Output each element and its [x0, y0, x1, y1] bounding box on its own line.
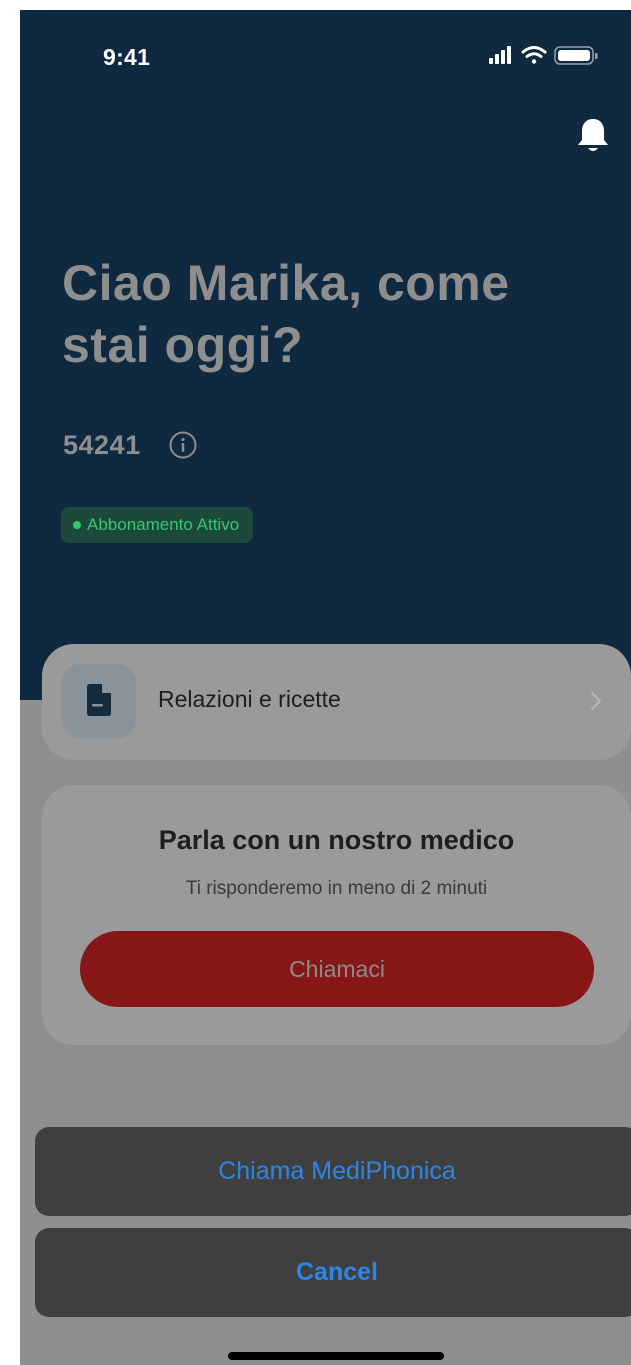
chevron-right-icon: [589, 690, 603, 712]
document-icon: [62, 664, 136, 738]
status-icons: [489, 44, 609, 68]
home-indicator: [228, 1352, 444, 1360]
signal-icon: [489, 46, 511, 64]
reports-label: Relazioni e ricette: [158, 686, 341, 712]
status-time: 9:41: [103, 44, 151, 70]
call-button[interactable]: Chiamaci: [80, 931, 594, 1007]
doctor-card: Parla con un nostro medico Ti rispondere…: [42, 785, 631, 1045]
reports-card[interactable]: Relazioni e ricette: [42, 644, 631, 760]
bell-icon[interactable]: [576, 116, 610, 156]
battery-icon: [554, 46, 598, 65]
wifi-icon: [521, 46, 547, 64]
call-mediphonica-button[interactable]: Chiama MediPhonica: [35, 1127, 631, 1216]
info-icon[interactable]: [168, 430, 198, 460]
status-dot-icon: [73, 521, 81, 529]
doctor-card-title: Parla con un nostro medico: [158, 825, 515, 855]
phone-screen: 9:41 Ciao Marika, come stai oggi? 54241 …: [20, 10, 631, 1365]
user-id: 54241: [63, 430, 141, 460]
greeting-title: Ciao Marika, come stai oggi?: [62, 255, 510, 373]
subscription-badge: Abbonamento Attivo: [61, 507, 254, 543]
subscription-badge-label: Abbonamento Attivo: [87, 515, 240, 534]
doctor-card-subtitle: Ti risponderemo in meno di 2 minuti: [185, 878, 488, 899]
cancel-button[interactable]: Cancel: [35, 1228, 631, 1317]
